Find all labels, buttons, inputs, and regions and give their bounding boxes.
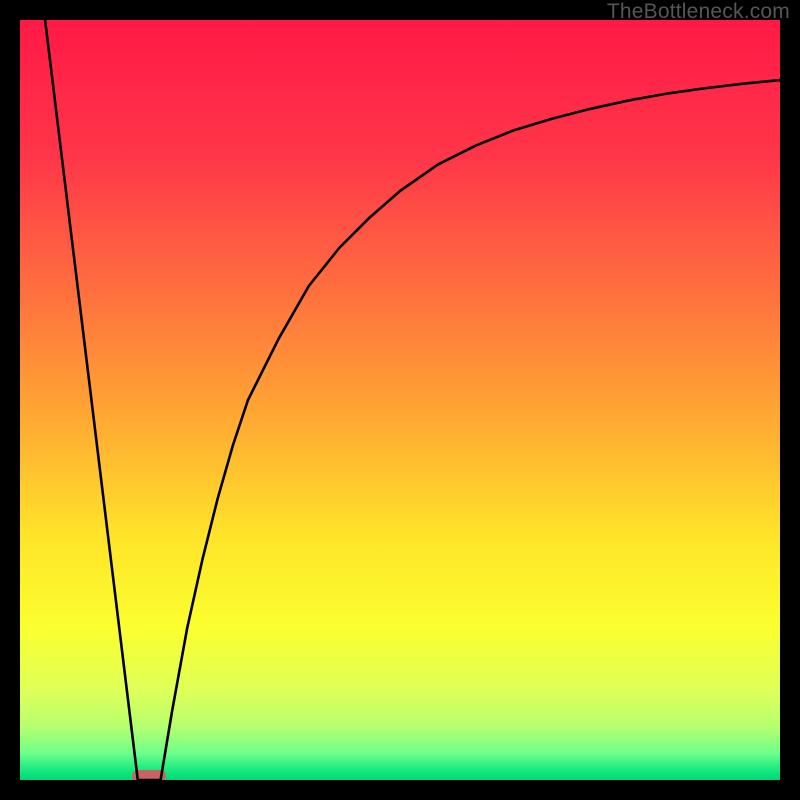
chart-frame: TheBottleneck.com [0, 0, 800, 800]
watermark-text: TheBottleneck.com [607, 0, 790, 24]
plot-area [20, 20, 780, 780]
curve-path [45, 20, 780, 780]
curve-layer [20, 20, 780, 780]
